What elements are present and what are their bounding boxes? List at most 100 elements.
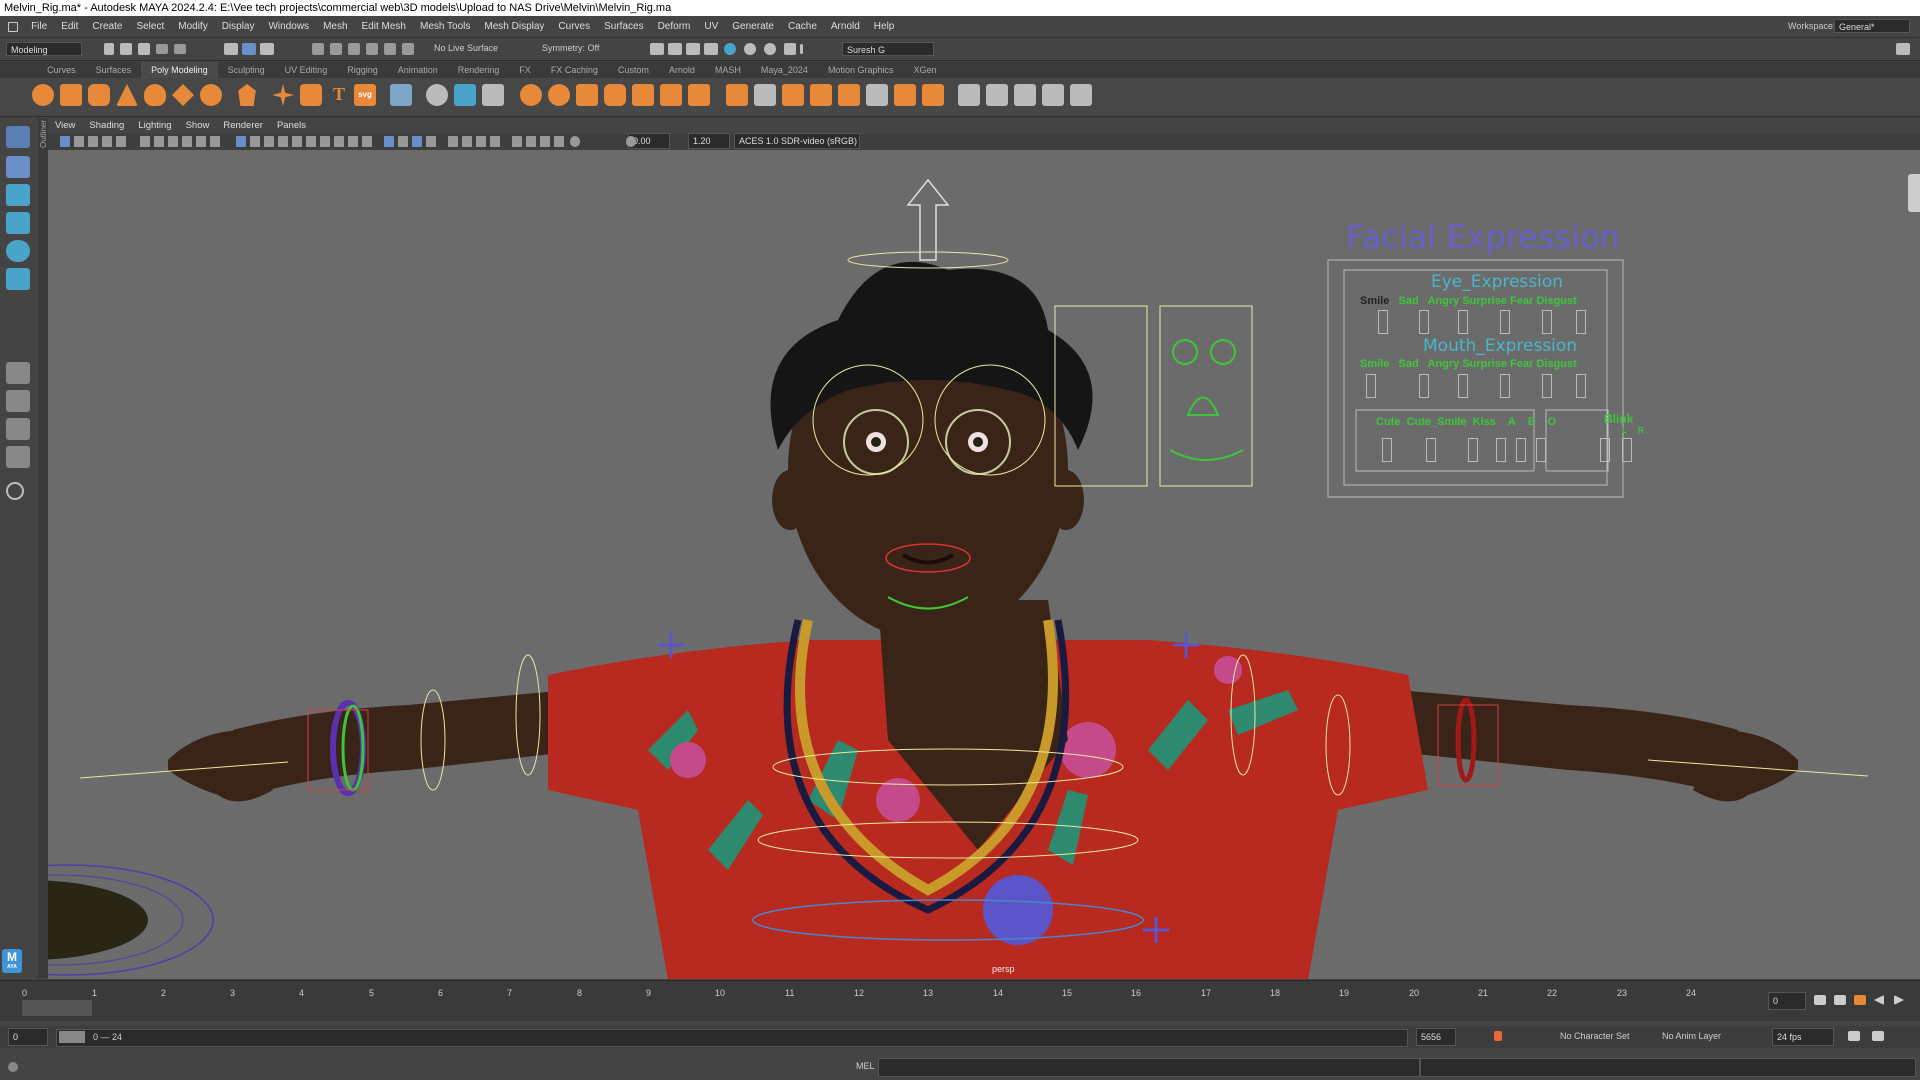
animation-preferences-icon[interactable] [1872, 1031, 1884, 1041]
mouth-angry-slider[interactable] [1458, 374, 1468, 398]
eye-disgust-slider[interactable] [1576, 310, 1586, 334]
select-component-icon[interactable] [260, 43, 274, 55]
current-frame-field[interactable]: 0 [1768, 992, 1806, 1010]
eye-fear-slider[interactable] [1542, 310, 1552, 334]
camera-movement-icon[interactable] [540, 136, 550, 147]
grid-icon[interactable] [140, 136, 150, 147]
sidebar-toggle-icon[interactable] [1896, 43, 1910, 55]
shelf-tab-arnold[interactable]: Arnold [659, 62, 705, 78]
menu-help[interactable]: Help [867, 16, 902, 37]
perspective-viewport[interactable]: Facial Expression Eye_Expression Smile S… [48, 150, 1920, 979]
snap-curve-icon[interactable] [330, 43, 342, 55]
select-camera-icon[interactable] [60, 136, 70, 147]
snap-grid-icon[interactable] [312, 43, 324, 55]
eye-smile-slider[interactable] [1378, 310, 1388, 334]
field-chart-icon[interactable] [196, 136, 206, 147]
poly-cube-icon[interactable] [60, 84, 82, 106]
shelf-tab-uv-editing[interactable]: UV Editing [275, 62, 338, 78]
shelf-tab-animation[interactable]: Animation [388, 62, 448, 78]
exposure-icon[interactable] [570, 136, 580, 147]
shelf-tab-fx-caching[interactable]: FX Caching [541, 62, 608, 78]
panel-menu-panels[interactable]: Panels [270, 118, 313, 134]
shelf-tab-rendering[interactable]: Rendering [448, 62, 510, 78]
render-settings-icon[interactable] [686, 43, 700, 55]
poly-grid-icon[interactable] [390, 84, 412, 106]
gamma-field[interactable]: 1.20 [688, 133, 730, 149]
range-start-field[interactable]: 0 [8, 1028, 48, 1046]
outliner-strip[interactable]: Outliner [38, 118, 48, 978]
range-slider[interactable]: 0 — 24 [56, 1029, 1408, 1047]
smooth-shade-icon[interactable] [250, 136, 260, 147]
hud-icon[interactable] [490, 136, 500, 147]
phoneme-cute-smile-slider[interactable] [1426, 438, 1436, 462]
ambient-occlusion-icon[interactable] [334, 136, 344, 147]
panel-menu-view[interactable]: View [48, 118, 82, 134]
delete-history-icon[interactable] [1042, 84, 1064, 106]
color-management-icon[interactable] [476, 136, 486, 147]
arnold-view-icon[interactable] [764, 43, 776, 55]
face-gui-eye-left[interactable] [1172, 339, 1198, 365]
bevel-icon[interactable] [520, 84, 542, 106]
lock-camera-icon[interactable] [116, 136, 126, 147]
film-gate-icon[interactable] [154, 136, 164, 147]
phoneme-cute-slider[interactable] [1382, 438, 1392, 462]
snap-point-icon[interactable] [348, 43, 360, 55]
character-set-dropdown[interactable]: No Character Set [1560, 1031, 1630, 1041]
menu-mesh-display[interactable]: Mesh Display [477, 16, 551, 37]
menu-modify[interactable]: Modify [171, 16, 214, 37]
menu-surfaces[interactable]: Surfaces [597, 16, 650, 37]
command-input[interactable] [878, 1058, 1420, 1077]
offset-loop-icon[interactable] [810, 84, 832, 106]
snap-plane-icon[interactable] [366, 43, 378, 55]
shelf-tab-xgen[interactable]: XGen [903, 62, 946, 78]
wireframe-on-shaded-icon[interactable] [278, 136, 288, 147]
mouth-sad-slider[interactable] [1419, 374, 1429, 398]
menu-set-dropdown[interactable]: Modeling [6, 42, 82, 56]
save-scene-icon[interactable] [138, 43, 150, 55]
viewcube-tab[interactable] [1908, 174, 1920, 212]
menu-cache[interactable]: Cache [781, 16, 824, 37]
edge-loop-icon[interactable] [782, 84, 804, 106]
menu-file[interactable]: File [24, 16, 54, 37]
lasso-tool-icon[interactable] [6, 156, 30, 178]
target-weld-icon[interactable] [754, 84, 776, 106]
textured-icon[interactable] [292, 136, 302, 147]
isolate-select-icon[interactable] [384, 136, 394, 147]
mouth-disgust-slider[interactable] [1576, 374, 1586, 398]
wedge-icon[interactable] [922, 84, 944, 106]
shadows-icon[interactable] [320, 136, 330, 147]
panel-menu-shading[interactable]: Shading [82, 118, 131, 134]
poly-sphere-icon[interactable] [32, 84, 54, 106]
colorspace-dropdown[interactable]: ACES 1.0 SDR-video (sRGB) [734, 133, 860, 149]
paint-select-icon[interactable] [6, 184, 30, 206]
stereo-icon[interactable] [784, 43, 796, 55]
fps-dropdown[interactable]: 24 fps [1772, 1028, 1834, 1046]
shelf-tab-curves[interactable]: Curves [37, 62, 86, 78]
select-tool-icon[interactable] [6, 126, 30, 148]
workspace-dropdown[interactable]: General* [1834, 19, 1910, 33]
automatic-uv-icon[interactable] [986, 84, 1008, 106]
face-gui-nose[interactable] [1186, 396, 1220, 416]
auto-key-icon[interactable] [1494, 1031, 1502, 1041]
poly-cylinder-icon[interactable] [88, 84, 110, 106]
select-hierarchy-icon[interactable] [224, 43, 238, 55]
freeze-transform-icon[interactable] [1070, 84, 1092, 106]
select-object-icon[interactable] [242, 43, 256, 55]
pause-bar-icon[interactable] [800, 44, 803, 54]
uv-editor-icon[interactable] [1014, 84, 1036, 106]
poly-disc-icon[interactable] [200, 84, 222, 106]
help-icon[interactable] [8, 1062, 18, 1072]
menu-mesh-tools[interactable]: Mesh Tools [413, 16, 477, 37]
rotate-tool-icon[interactable] [6, 240, 30, 262]
fill-hole-icon[interactable] [660, 84, 682, 106]
svg-tool-icon[interactable]: svg [354, 84, 376, 106]
backface-culling-icon[interactable] [448, 136, 458, 147]
menu-deform[interactable]: Deform [651, 16, 698, 37]
blink-left-slider[interactable] [1600, 438, 1610, 462]
mouth-fear-slider[interactable] [1542, 374, 1552, 398]
live-surface-label[interactable]: No Live Surface [434, 43, 498, 53]
slide-edge-icon[interactable] [866, 84, 888, 106]
poke-icon[interactable] [894, 84, 916, 106]
phoneme-a-slider[interactable] [1496, 438, 1506, 462]
append-icon[interactable] [632, 84, 654, 106]
